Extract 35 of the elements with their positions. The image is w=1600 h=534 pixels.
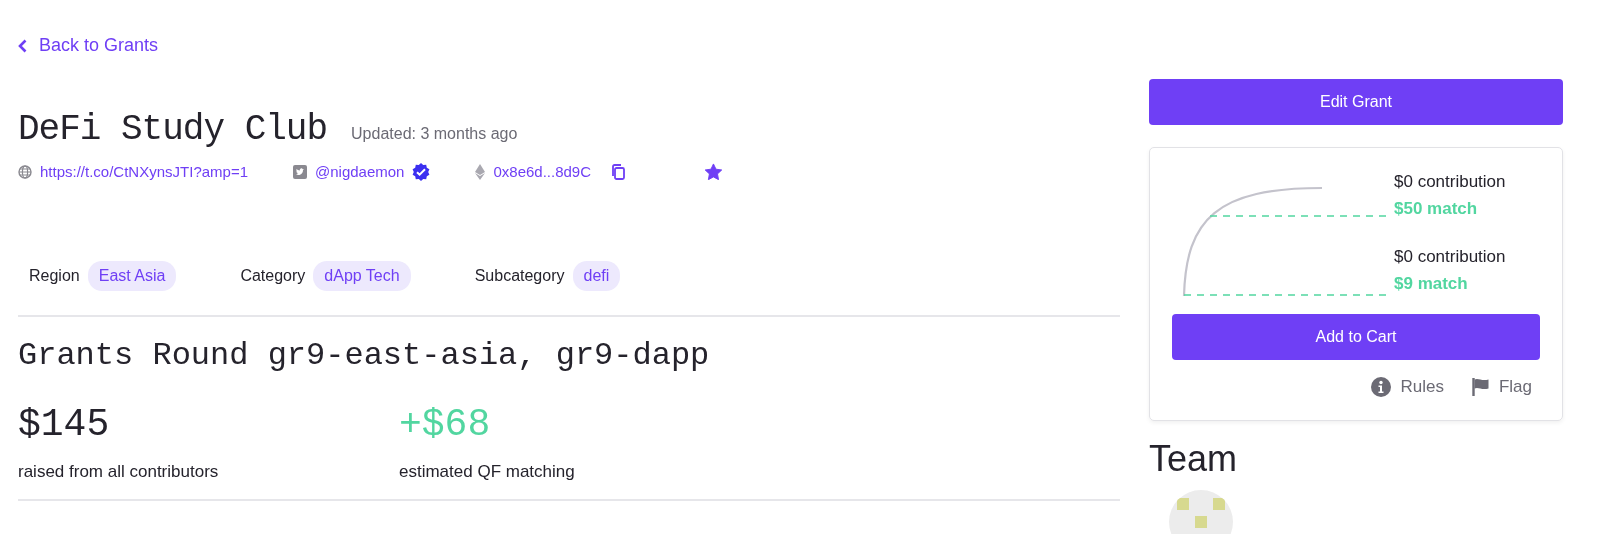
tag-label: Subcategory [474, 266, 565, 287]
website-link[interactable]: https://t.co/CtNXynsJTI?amp=1 [40, 160, 248, 184]
stat-caption: raised from all contributors [18, 461, 220, 484]
tag: East Asia [87, 261, 177, 292]
back-link[interactable]: Back to Grants [18, 32, 159, 59]
match-amount: $50 match [1394, 198, 1479, 220]
star-icon[interactable] [705, 163, 724, 181]
tag-label: Region [29, 266, 80, 287]
tag: dApp Tech [313, 261, 411, 292]
tag: defi [572, 261, 621, 292]
stat-caption: estimated QF matching [399, 461, 576, 484]
flag-icon [1471, 377, 1490, 396]
round-title: Grants Round gr9-east-asia, gr9-dapp [18, 337, 711, 376]
verified-badge-icon [412, 162, 431, 181]
bird-icon [293, 164, 307, 179]
edit-grant-button[interactable]: Edit Grant [1149, 79, 1563, 125]
diamond-icon [475, 163, 486, 180]
contribution-amount: $0 contribution [1394, 171, 1506, 193]
rules-link[interactable]: Rules [1371, 374, 1444, 400]
wallet-address-link[interactable]: 0x8e6d...8d9C [493, 160, 592, 184]
matching-amount: +$68 [399, 403, 492, 446]
team-heading: Team [1149, 436, 1239, 480]
flag-link[interactable]: Flag [1471, 374, 1532, 400]
raised-amount: $145 [18, 403, 111, 446]
info-icon [1371, 376, 1392, 397]
contribution-amount: $0 contribution [1394, 246, 1506, 268]
tag-label: Category [240, 266, 306, 287]
twitter-handle-link[interactable]: @nigdaemon [315, 160, 405, 184]
add-to-cart-button[interactable]: Add to Cart [1172, 314, 1540, 360]
chevron-left-icon [18, 38, 27, 53]
copy-icon[interactable] [611, 163, 626, 180]
grant-title: DeFi Study Club [18, 107, 328, 151]
match-amount: $9 match [1394, 273, 1469, 295]
globe-icon [18, 164, 32, 179]
updated-text: Updated: 3 months ago [351, 123, 518, 144]
